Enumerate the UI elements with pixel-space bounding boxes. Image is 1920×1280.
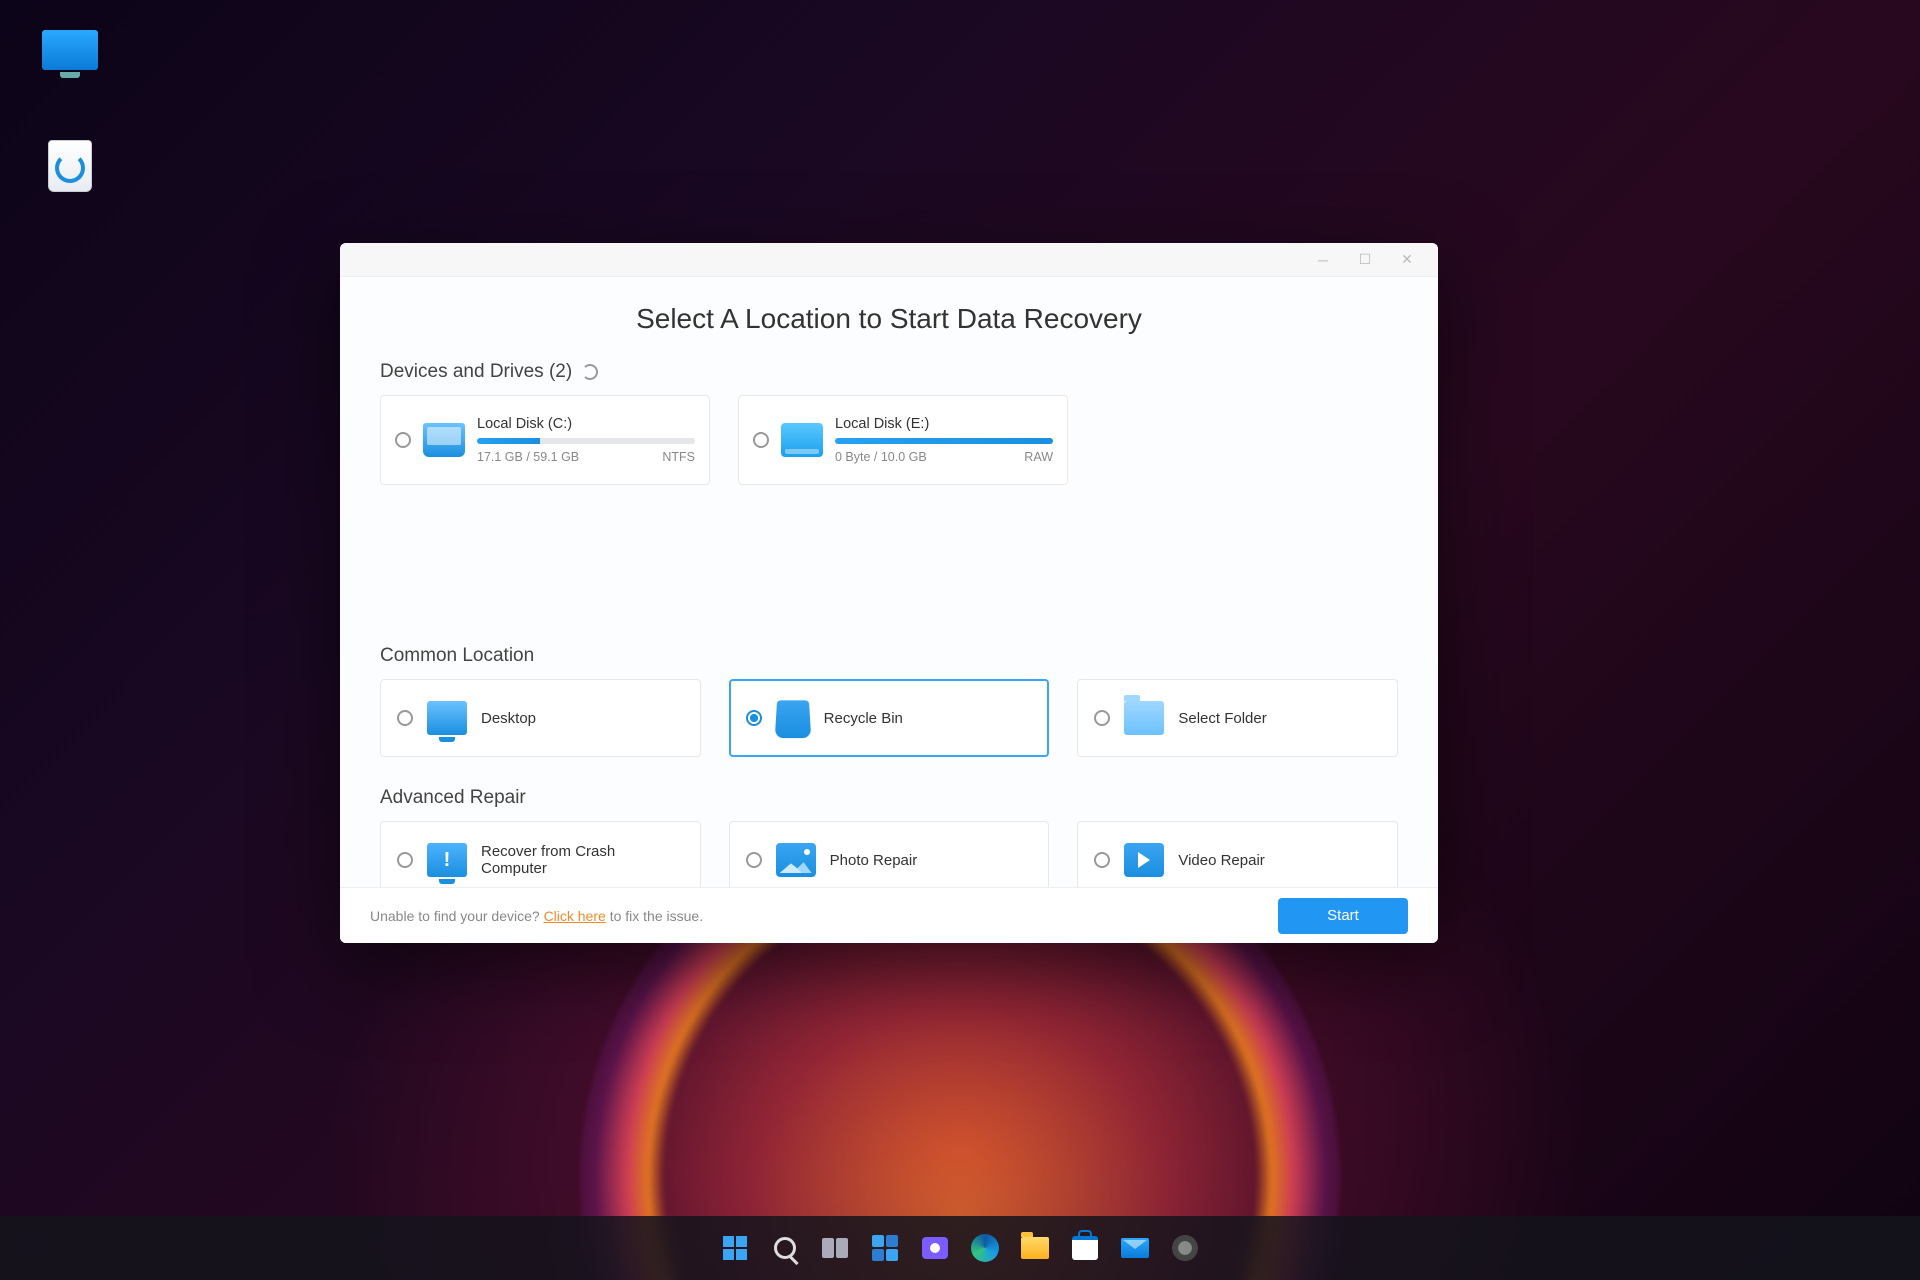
taskbar-taskview[interactable] bbox=[815, 1228, 855, 1268]
radio-recycle-bin[interactable] bbox=[746, 710, 762, 726]
settings-icon bbox=[1172, 1235, 1198, 1261]
taskbar-mail[interactable] bbox=[1115, 1228, 1155, 1268]
option-label: Video Repair bbox=[1178, 852, 1264, 869]
radio-drive-c[interactable] bbox=[395, 432, 411, 448]
drives-title: Devices and Drives (2) bbox=[380, 361, 572, 383]
location-label: Recycle Bin bbox=[824, 710, 903, 727]
footer-pre: Unable to find your device? bbox=[370, 908, 544, 924]
photo-icon bbox=[776, 843, 816, 877]
drive-card-c[interactable]: Local Disk (C:) 17.1 GB / 59.1 GB NTFS bbox=[380, 395, 710, 485]
location-label: Select Folder bbox=[1178, 710, 1266, 727]
option-photo-repair[interactable]: Photo Repair bbox=[729, 821, 1050, 887]
location-label: Desktop bbox=[481, 710, 536, 727]
taskbar-widgets[interactable] bbox=[865, 1228, 905, 1268]
taskbar-chat[interactable] bbox=[915, 1228, 955, 1268]
widgets-icon bbox=[872, 1235, 898, 1261]
app-window: ─ ☐ ✕ Select A Location to Start Data Re… bbox=[340, 243, 1438, 943]
taskbar-explorer[interactable] bbox=[1015, 1228, 1055, 1268]
folder-icon bbox=[1124, 701, 1164, 735]
crash-computer-icon: ! bbox=[427, 843, 467, 877]
desktop-icon-recycle-bin[interactable] bbox=[30, 140, 110, 198]
maximize-button[interactable]: ☐ bbox=[1344, 243, 1386, 276]
common-title: Common Location bbox=[380, 645, 534, 667]
desktop: ─ ☐ ✕ Select A Location to Start Data Re… bbox=[0, 0, 1920, 1280]
monitor-icon bbox=[42, 30, 98, 70]
mail-icon bbox=[1121, 1238, 1149, 1258]
option-label: Photo Repair bbox=[830, 852, 918, 869]
taskbar bbox=[0, 1216, 1920, 1280]
section-header-drives: Devices and Drives (2) bbox=[380, 361, 1398, 383]
taskbar-search[interactable] bbox=[765, 1228, 805, 1268]
file-explorer-icon bbox=[1021, 1237, 1049, 1259]
footer-post: to fix the issue. bbox=[606, 908, 703, 924]
drive-usage-text: 0 Byte / 10.0 GB bbox=[835, 450, 927, 464]
chat-icon bbox=[922, 1237, 948, 1259]
local-disk-icon bbox=[423, 423, 465, 457]
drive-usage-bar bbox=[477, 438, 695, 444]
drive-card-e[interactable]: Local Disk (E:) 0 Byte / 10.0 GB RAW bbox=[738, 395, 1068, 485]
option-crash-recover[interactable]: ! Recover from Crash Computer bbox=[380, 821, 701, 887]
option-video-repair[interactable]: Video Repair bbox=[1077, 821, 1398, 887]
location-recycle-bin[interactable]: Recycle Bin bbox=[729, 679, 1050, 757]
drive-info: Local Disk (C:) 17.1 GB / 59.1 GB NTFS bbox=[477, 416, 695, 464]
taskview-icon bbox=[822, 1238, 848, 1258]
close-button[interactable]: ✕ bbox=[1386, 243, 1428, 276]
desktop-icon bbox=[427, 701, 467, 735]
recycle-bin-icon bbox=[48, 140, 92, 192]
drive-meta: 0 Byte / 10.0 GB RAW bbox=[835, 450, 1053, 464]
desktop-icon-this-pc[interactable] bbox=[30, 30, 110, 76]
advanced-repair-row: ! Recover from Crash Computer Photo Repa… bbox=[380, 821, 1398, 887]
start-button[interactable]: Start bbox=[1278, 898, 1408, 934]
minimize-button[interactable]: ─ bbox=[1302, 243, 1344, 276]
option-label: Recover from Crash Computer bbox=[481, 843, 684, 877]
radio-select-folder[interactable] bbox=[1094, 710, 1110, 726]
drive-usage-text: 17.1 GB / 59.1 GB bbox=[477, 450, 579, 464]
radio-crash[interactable] bbox=[397, 852, 413, 868]
drive-fs-text: NTFS bbox=[662, 450, 695, 464]
app-body: Select A Location to Start Data Recovery… bbox=[340, 277, 1438, 887]
drive-info: Local Disk (E:) 0 Byte / 10.0 GB RAW bbox=[835, 416, 1053, 464]
taskbar-start[interactable] bbox=[715, 1228, 755, 1268]
footer-text: Unable to find your device? Click here t… bbox=[370, 908, 703, 924]
taskbar-settings[interactable] bbox=[1165, 1228, 1205, 1268]
drive-usage-fill bbox=[477, 438, 540, 444]
radio-video[interactable] bbox=[1094, 852, 1110, 868]
location-select-folder[interactable]: Select Folder bbox=[1077, 679, 1398, 757]
titlebar[interactable]: ─ ☐ ✕ bbox=[340, 243, 1438, 277]
common-location-row: Desktop Recycle Bin Select Folder bbox=[380, 679, 1398, 757]
drive-usage-bar bbox=[835, 438, 1053, 444]
radio-desktop[interactable] bbox=[397, 710, 413, 726]
location-desktop[interactable]: Desktop bbox=[380, 679, 701, 757]
refresh-icon[interactable] bbox=[582, 364, 598, 380]
recycle-bin-icon bbox=[774, 700, 810, 738]
app-footer: Unable to find your device? Click here t… bbox=[340, 887, 1438, 943]
page-title: Select A Location to Start Data Recovery bbox=[380, 303, 1398, 335]
video-icon bbox=[1124, 843, 1164, 877]
drives-row: Local Disk (C:) 17.1 GB / 59.1 GB NTFS L… bbox=[380, 395, 1398, 485]
drive-fs-text: RAW bbox=[1024, 450, 1053, 464]
taskbar-store[interactable] bbox=[1065, 1228, 1105, 1268]
drive-name: Local Disk (C:) bbox=[477, 416, 695, 432]
footer-link[interactable]: Click here bbox=[544, 908, 606, 924]
external-disk-icon bbox=[781, 423, 823, 457]
edge-icon bbox=[971, 1234, 999, 1262]
section-header-common: Common Location bbox=[380, 645, 1398, 667]
start-icon bbox=[723, 1236, 747, 1260]
drive-usage-fill bbox=[835, 438, 1053, 444]
drive-name: Local Disk (E:) bbox=[835, 416, 1053, 432]
search-icon bbox=[774, 1237, 796, 1259]
store-icon bbox=[1072, 1236, 1098, 1260]
taskbar-edge[interactable] bbox=[965, 1228, 1005, 1268]
advanced-title: Advanced Repair bbox=[380, 787, 526, 809]
radio-drive-e[interactable] bbox=[753, 432, 769, 448]
section-header-advanced: Advanced Repair bbox=[380, 787, 1398, 809]
drive-meta: 17.1 GB / 59.1 GB NTFS bbox=[477, 450, 695, 464]
radio-photo[interactable] bbox=[746, 852, 762, 868]
